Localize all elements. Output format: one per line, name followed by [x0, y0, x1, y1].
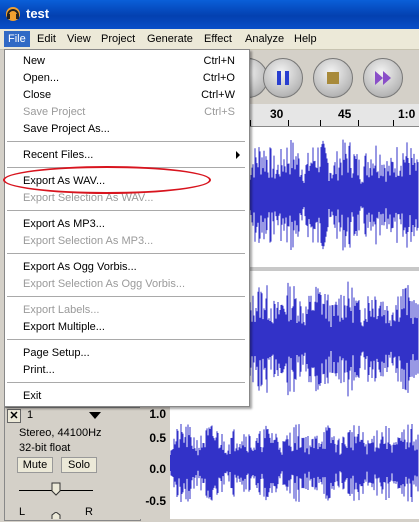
close-track-icon[interactable]: ✕ [7, 409, 21, 423]
window-title: test [26, 6, 50, 21]
menu-item-label: Save Project [23, 106, 86, 118]
menu-effect[interactable]: Effect [200, 31, 236, 47]
menu-item-export-selection-ogg[interactable]: Export Selection As Ogg Vorbis... [23, 276, 245, 292]
skip-end-button[interactable] [363, 58, 403, 98]
menu-item-shortcut: Ctrl+N [203, 55, 235, 67]
menu-item-print[interactable]: Print... [23, 362, 245, 378]
menu-item-save-project[interactable]: Save Project Ctrl+S [23, 104, 245, 120]
menu-separator [7, 253, 245, 254]
track-format: Stereo, 44100Hz [19, 427, 102, 439]
menu-generate[interactable]: Generate [143, 31, 197, 47]
menu-item-close[interactable]: Close Ctrl+W [23, 87, 245, 103]
waveform-channel-right [248, 281, 419, 397]
stop-button[interactable] [313, 58, 353, 98]
menu-item-label: Export Labels... [23, 304, 100, 316]
stop-icon [327, 72, 339, 84]
mute-button[interactable]: Mute [17, 457, 53, 473]
amplitude-scale: 1.0 0.5 0.0 -0.5 [140, 407, 170, 519]
menu-item-export-ogg[interactable]: Export As Ogg Vorbis... [23, 259, 245, 275]
transport-toolbar [228, 50, 419, 104]
menu-item-label: Export Selection As WAV... [23, 192, 154, 204]
menu-item-label: Export Selection As MP3... [23, 235, 154, 247]
scale-label-0-5: 0.5 [149, 431, 166, 445]
audacity-icon [6, 7, 20, 21]
ruler-label-1-0: 1:0 [398, 107, 416, 121]
menu-separator [7, 382, 245, 383]
submenu-arrow-icon [236, 151, 240, 159]
menu-separator [7, 141, 245, 142]
menu-separator [7, 210, 245, 211]
menu-item-label: Export Multiple... [23, 321, 105, 333]
waveform-track-2[interactable] [169, 407, 419, 519]
menu-item-save-project-as[interactable]: Save Project As... [23, 121, 245, 137]
menu-item-export-mp3[interactable]: Export As MP3... [23, 216, 245, 232]
menu-help[interactable]: Help [290, 31, 321, 47]
track-menu-dropdown-icon[interactable] [89, 412, 101, 419]
menu-item-exit[interactable]: Exit [23, 388, 245, 404]
solo-button[interactable]: Solo [61, 457, 97, 473]
skip-end-icon [375, 71, 391, 85]
menu-item-page-setup[interactable]: Page Setup... [23, 345, 245, 361]
pan-right-label: R [85, 506, 93, 518]
pause-button[interactable] [263, 58, 303, 98]
menu-view[interactable]: View [63, 31, 95, 47]
menu-item-label: Open... [23, 72, 60, 84]
menu-separator [7, 296, 245, 297]
track-name[interactable]: 1 [27, 409, 33, 421]
menu-item-label: Exit [23, 390, 42, 402]
menu-item-export-labels[interactable]: Export Labels... [23, 302, 245, 318]
pan-left-label: L [19, 506, 26, 518]
menu-item-label: Export As Ogg Vorbis... [23, 261, 137, 273]
scale-label-neg-0-5: -0.5 [145, 494, 166, 508]
timeline-ruler[interactable]: 30 45 1:0 [248, 104, 419, 127]
menu-bar: File Edit View Project Generate Effect A… [0, 29, 419, 50]
ruler-label-30: 30 [270, 107, 284, 121]
scale-label-0-0: 0.0 [149, 462, 166, 476]
ruler-label-45: 45 [338, 107, 352, 121]
track-control-panel: ✕ 1 Stereo, 44100Hz 32-bit float Mute So… [4, 407, 141, 521]
menu-item-label: Print... [23, 364, 55, 376]
menu-item-new[interactable]: New Ctrl+N [23, 53, 245, 69]
menu-item-shortcut: Ctrl+O [202, 72, 235, 84]
menu-item-export-selection-mp3[interactable]: Export Selection As MP3... [23, 233, 245, 249]
menu-item-label: Recent Files... [23, 149, 94, 161]
menu-project[interactable]: Project [97, 31, 139, 47]
menu-item-label: Close [23, 89, 52, 101]
menu-item-recent-files[interactable]: Recent Files... [23, 147, 245, 163]
waveform-channel-lower [169, 423, 419, 503]
pause-icon [277, 71, 289, 85]
waveform-channel-left [248, 139, 419, 251]
menu-separator [7, 339, 245, 340]
channel-divider [248, 267, 419, 271]
menu-item-label: Export As MP3... [23, 218, 105, 230]
file-menu: New Ctrl+N Open... Ctrl+O Close Ctrl+W S… [4, 49, 250, 407]
menu-item-label: Export Selection As Ogg Vorbis... [23, 278, 186, 290]
scale-label-1-0: 1.0 [149, 407, 166, 421]
menu-item-shortcut: Ctrl+S [204, 106, 235, 118]
menu-item-label: Page Setup... [23, 347, 90, 359]
track-bitdepth: 32-bit float [19, 442, 71, 454]
menu-item-label: Save Project As... [23, 123, 110, 135]
menu-item-open[interactable]: Open... Ctrl+O [23, 70, 245, 86]
menu-file[interactable]: File [4, 31, 30, 47]
menu-item-shortcut: Ctrl+W [201, 89, 235, 101]
title-bar: test [0, 0, 419, 29]
menu-edit[interactable]: Edit [33, 31, 60, 47]
menu-item-export-multiple[interactable]: Export Multiple... [23, 319, 245, 335]
gain-slider-handle[interactable] [51, 482, 61, 496]
highlight-oval [3, 166, 211, 194]
menu-analyze[interactable]: Analyze [241, 31, 288, 47]
menu-item-label: New [23, 55, 46, 67]
